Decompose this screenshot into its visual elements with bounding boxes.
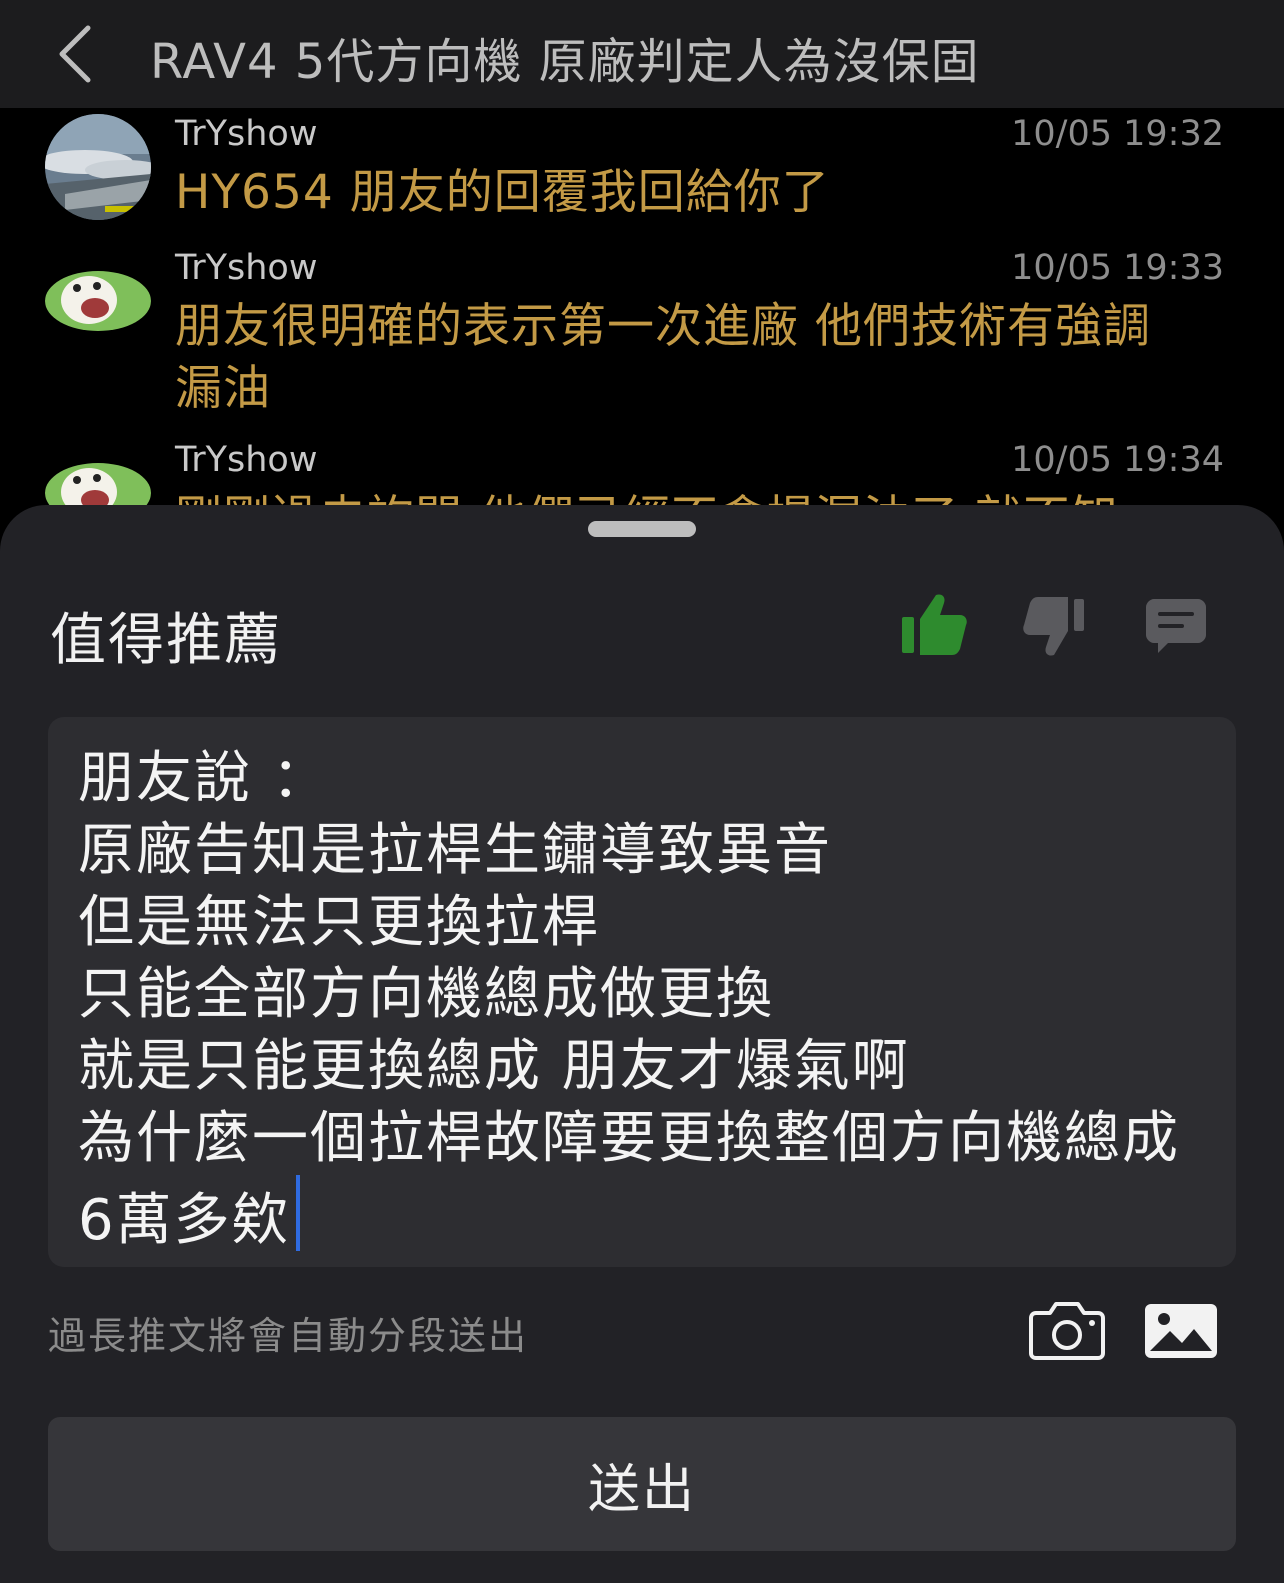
message-text: HY654 朋友的回覆我回給你了 [175,165,830,220]
thumbs-down-icon [1023,597,1084,656]
top-bar: RAV4 5代方向機 原廠判定人為沒保固 [0,0,1284,108]
avatar[interactable] [45,248,151,354]
message-text: 朋友很明確的表示第一次進廠 他們技術有強調漏油 [175,299,1151,416]
message-time: 10/05 19:34 [1011,440,1224,480]
avatar[interactable] [45,114,151,220]
list-item: TrYshow 10/05 19:32 HY654 朋友的回覆我回給你了 [0,114,1284,234]
comment-textarea[interactable]: 朋友說 ： 原廠告知是拉桿生鏽導致異音 但是無法只更換拉桿 只能全部方向機總成做… [48,717,1236,1267]
compose-title: 值得推薦 [50,608,282,673]
compose-sheet: 值得推薦 朋友說 ： 原廠告知是拉桿生鏽導致異音 但是無法只更換拉桿 只能全部方… [0,505,1284,1583]
image-icon [1145,1304,1217,1358]
message-time: 10/05 19:33 [1011,248,1224,288]
camera-icon [1029,1302,1105,1360]
message-author: TrYshow [175,440,318,480]
like-button[interactable] [900,591,970,657]
send-button[interactable]: 送出 [48,1417,1236,1551]
image-button[interactable] [1142,1301,1220,1361]
chevron-left-icon [59,25,91,83]
editor-line: 就是只能更換總成 朋友才爆氣啊 [78,1034,910,1099]
editor-line: 只能全部方向機總成做更換 [78,962,774,1027]
comment-icon [1146,599,1206,653]
editor-line-text: 6萬多欸 [78,1188,290,1253]
editor-line: 朋友說 ： [78,746,330,811]
page-title: RAV4 5代方向機 原廠判定人為沒保固 [150,34,980,90]
text-caret [295,1175,300,1251]
message-author: TrYshow [175,114,318,154]
dislike-button[interactable] [1020,597,1086,659]
thumbs-up-icon [902,594,967,655]
message-author: TrYshow [175,248,318,288]
length-hint: 過長推文將會自動分段送出 [48,1314,529,1358]
message-list[interactable]: TrYshow 10/05 19:32 HY654 朋友的回覆我回給你了 TrY… [0,108,1284,518]
editor-line-last: 6萬多欸 [78,1175,1206,1257]
message-time: 10/05 19:32 [1011,114,1224,154]
editor-line: 但是無法只更換拉桿 [78,890,600,955]
camera-button[interactable] [1028,1301,1106,1361]
editor-line: 為什麼一個拉桿故障要更換整個方向機總成 [78,1106,1180,1171]
editor-line: 原廠告知是拉桿生鏽導致異音 [78,818,832,883]
drag-handle[interactable] [588,521,696,537]
comment-button[interactable] [1146,599,1206,655]
list-item: TrYshow 10/05 19:33 朋友很明確的表示第一次進廠 他們技術有強… [0,248,1284,418]
back-button[interactable] [52,20,112,88]
